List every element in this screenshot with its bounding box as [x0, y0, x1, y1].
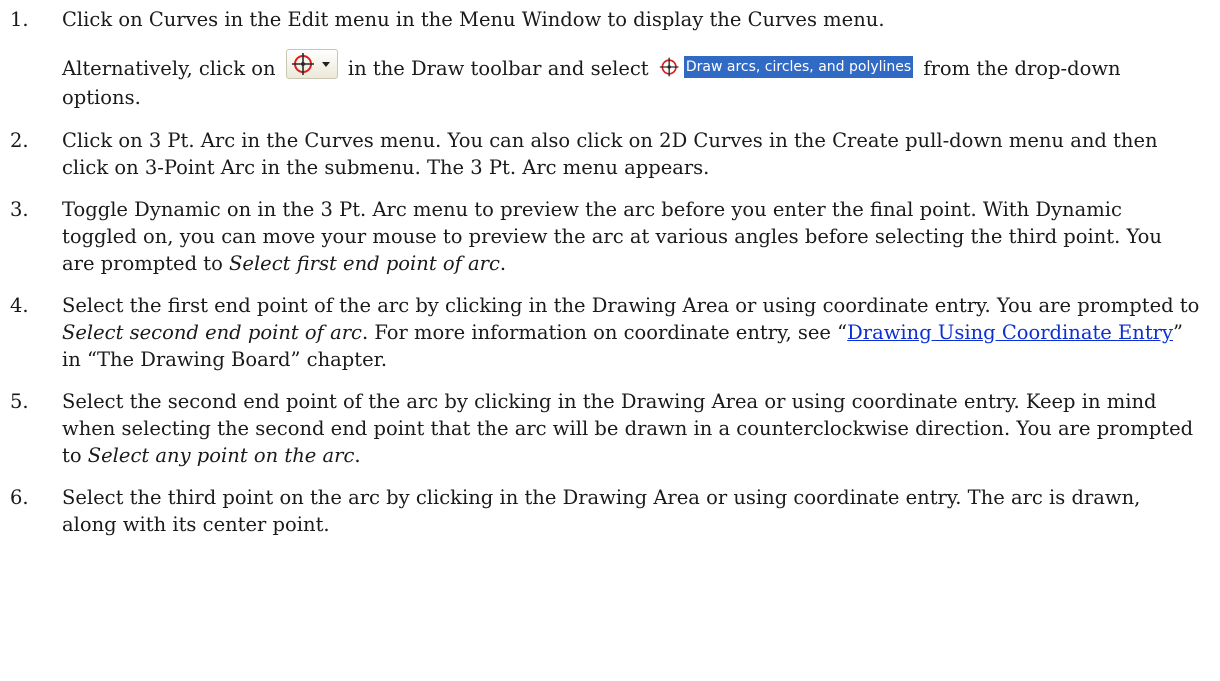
step-4: 4. Select the first end point of the arc… [0, 292, 1220, 373]
step-text: Select the second end point of the arc b… [62, 388, 1200, 469]
arc-circle-tool-icon [659, 57, 679, 77]
step-body: Toggle Dynamic on in the 3 Pt. Arc menu … [62, 198, 1162, 275]
prompt-text: Select first end point of arc [229, 252, 500, 275]
draw-arcs-menu-item[interactable]: Draw arcs, circles, and polylines [659, 55, 914, 79]
draw-arcs-toolbar-button[interactable] [285, 49, 338, 79]
step-3: 3. Toggle Dynamic on in the 3 Pt. Arc me… [0, 196, 1220, 277]
step-text: Click on Curves in the Edit menu in the … [62, 8, 885, 31]
step-number: 3. [10, 198, 29, 221]
chevron-down-icon [321, 62, 330, 67]
step-body: Select the first end point of the arc by… [62, 294, 1200, 317]
instruction-steps: 1. Click on Curves in the Edit menu in t… [0, 0, 1220, 538]
step-number: 1. [10, 8, 29, 31]
step-number: 6. [10, 486, 29, 509]
step-6: 6. Select the third point on the arc by … [0, 484, 1220, 538]
step-alternative: Alternatively, click on in the Draw tool… [62, 49, 1200, 112]
step-2: 2. Click on 3 Pt. Arc in the Curves menu… [0, 127, 1220, 181]
arc-circle-tool-icon [291, 53, 314, 75]
alt-text-middle: in the Draw toolbar and select [341, 57, 655, 80]
step-text: Toggle Dynamic on in the 3 Pt. Arc menu … [62, 196, 1200, 277]
alt-text-before: Alternatively, click on [62, 57, 282, 80]
step-end: . [354, 444, 361, 467]
step-number: 4. [10, 294, 29, 317]
step-text: Click on 3 Pt. Arc in the Curves menu. Y… [62, 129, 1158, 179]
step-5: 5. Select the second end point of the ar… [0, 388, 1220, 469]
prompt-text: Select second end point of arc [62, 321, 362, 344]
prompt-text: Select any point on the arc [87, 444, 355, 467]
coordinate-entry-link[interactable]: Drawing Using Coordinate Entry [847, 321, 1173, 344]
step-mid: . For more information on coordinate ent… [361, 321, 848, 344]
step-1: 1. Click on Curves in the Edit menu in t… [0, 6, 1220, 112]
step-number: 5. [10, 390, 29, 413]
step-number: 2. [10, 129, 29, 152]
step-text: Select the third point on the arc by cli… [62, 486, 1141, 536]
menu-item-label: Draw arcs, circles, and polylines [683, 56, 914, 78]
step-end: . [499, 252, 507, 275]
step-text: Select the first end point of the arc by… [62, 292, 1200, 373]
